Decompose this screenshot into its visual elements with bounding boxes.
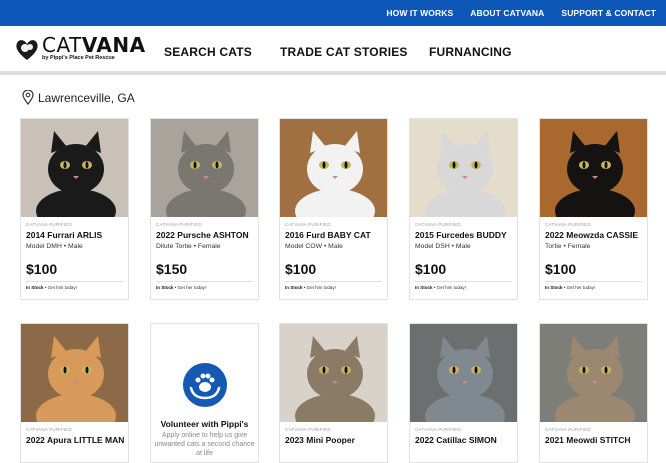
stock-status: In Stock • Get her today! xyxy=(545,285,642,290)
nav-search-cats[interactable]: SEARCH CATS xyxy=(164,45,252,59)
cat-model: Model DMH • Male xyxy=(26,243,83,250)
how-it-works-link[interactable]: HOW IT WORKS xyxy=(386,8,453,18)
top-utility-bar: HOW IT WORKS ABOUT CATVANA SUPPORT & CON… xyxy=(0,0,666,26)
card-body: CATVANA PURIFIED 2022 Pursche ASHTON Dilut… xyxy=(151,217,258,290)
cat-price: $100 xyxy=(285,261,317,277)
cat-model: Model COW • Male xyxy=(285,243,343,250)
purified-badge: CATVANA PURIFIED xyxy=(26,427,72,432)
heart-cat-logo-icon xyxy=(14,36,40,62)
purified-badge: CATVANA PURIFIED xyxy=(415,222,461,227)
cat-photo[interactable] xyxy=(280,119,387,217)
cat-price: $150 xyxy=(156,261,188,277)
stock-status: In Stock • Get him today! xyxy=(285,285,382,290)
about-catvana-link[interactable]: ABOUT CATVANA xyxy=(470,8,544,18)
stock-label: In Stock xyxy=(415,285,433,290)
card-body: CATVANA PURIFIED 2021 Meowdi STITCH xyxy=(540,422,647,445)
card-body: CATVANA PURIFIED 2016 Furd BABY CAT Model … xyxy=(280,217,387,290)
cat-price: $100 xyxy=(26,261,58,277)
divider xyxy=(26,281,123,282)
cat-photo[interactable] xyxy=(540,324,647,422)
brand-logo[interactable]: CATVANA by Pippi's Place Pet Rescue xyxy=(14,33,145,62)
card-body: CATVANA PURIFIED 2022 Apura LITTLE MAN xyxy=(21,422,128,445)
support-contact-link[interactable]: SUPPORT & CONTACT xyxy=(561,8,656,18)
cat-card[interactable]: CATVANA PURIFIED 2022 Apura LITTLE MAN xyxy=(20,323,129,463)
stock-label: In Stock xyxy=(545,285,563,290)
cat-title[interactable]: 2022 Meowzda CASSIE xyxy=(545,230,642,240)
volunteer-paw-hands-icon xyxy=(182,362,228,413)
nav-trade-cat-stories[interactable]: TRADE CAT STORIES xyxy=(280,45,408,59)
stock-label: In Stock xyxy=(26,285,44,290)
cat-model: Tortie • Female xyxy=(545,243,591,250)
purified-badge: CATVANA PURIFIED xyxy=(545,222,591,227)
stock-status: In Stock • Get her today! xyxy=(156,285,253,290)
cat-card[interactable]: CATVANA PURIFIED 2022 Pursche ASHTON Dilut… xyxy=(150,118,259,300)
cat-title[interactable]: 2022 Pursche ASHTON xyxy=(156,230,253,240)
brand-name-bold: VANA xyxy=(81,33,146,58)
cat-title[interactable]: 2015 Furcedes BUDDY xyxy=(415,230,512,240)
cat-card[interactable]: CATVANA PURIFIED 2022 Catillac SIMON xyxy=(409,323,518,463)
cat-card[interactable]: CATVANA PURIFIED 2023 Mini Pooper xyxy=(279,323,388,463)
cat-photo[interactable] xyxy=(21,324,128,422)
card-body: CATVANA PURIFIED 2022 Meowzda CASSIE Torti… xyxy=(540,217,647,290)
cat-model: Dilute Tortie • Female xyxy=(156,243,221,250)
purified-badge: CATVANA PURIFIED xyxy=(26,222,72,227)
brand-name-thin: CAT xyxy=(42,33,82,58)
location-text: Lawrenceville, GA xyxy=(38,90,135,105)
nav-furnancing[interactable]: FURNANCING xyxy=(429,45,512,59)
card-body: CATVANA PURIFIED 2023 Mini Pooper xyxy=(280,422,387,445)
stock-label: In Stock xyxy=(285,285,303,290)
stock-text: • Get him today! xyxy=(303,285,336,290)
purified-badge: CATVANA PURIFIED xyxy=(545,427,591,432)
purified-badge: CATVANA PURIFIED xyxy=(156,222,202,227)
purified-badge: CATVANA PURIFIED xyxy=(285,427,331,432)
cat-photo[interactable] xyxy=(410,324,517,422)
cat-card[interactable]: CATVANA PURIFIED 2022 Meowzda CASSIE Torti… xyxy=(539,118,648,300)
cat-photo[interactable] xyxy=(280,324,387,422)
stock-status: In Stock • Get him today! xyxy=(26,285,123,290)
divider xyxy=(285,281,382,282)
cat-title[interactable]: 2014 Furrari ARLIS xyxy=(26,230,123,240)
stock-text: • Get him today! xyxy=(44,285,77,290)
divider xyxy=(156,281,253,282)
purified-badge: CATVANA PURIFIED xyxy=(285,222,331,227)
stock-status: In Stock • Get him today! xyxy=(415,285,512,290)
volunteer-title[interactable]: Volunteer with Pippi's xyxy=(161,419,249,429)
stock-text: • Get her today! xyxy=(563,285,596,290)
main-nav: CATVANA by Pippi's Place Pet Rescue SEAR… xyxy=(0,26,666,75)
card-body: CATVANA PURIFIED 2015 Furcedes BUDDY Model… xyxy=(410,217,517,290)
cat-card[interactable]: CATVANA PURIFIED 2014 Furrari ARLIS Model … xyxy=(20,118,129,300)
cat-model: Model DSH • Male xyxy=(415,243,471,250)
card-body: CATVANA PURIFIED 2022 Catillac SIMON xyxy=(410,422,517,445)
cat-price: $100 xyxy=(415,261,447,277)
location-filter[interactable]: Lawrenceville, GA xyxy=(22,90,135,105)
cat-photo[interactable] xyxy=(21,119,128,217)
cat-card[interactable]: CATVANA PURIFIED 2021 Meowdi STITCH xyxy=(539,323,648,463)
stock-text: • Get her today! xyxy=(174,285,207,290)
cat-card[interactable]: CATVANA PURIFIED 2015 Furcedes BUDDY Model… xyxy=(409,118,518,300)
divider xyxy=(415,281,512,282)
cat-photo[interactable] xyxy=(540,119,647,217)
divider xyxy=(545,281,642,282)
map-pin-icon xyxy=(22,90,34,105)
stock-text: • Get him today! xyxy=(433,285,466,290)
volunteer-text: Apply online to help us give unwanted ca… xyxy=(154,432,255,457)
cat-price: $100 xyxy=(545,261,577,277)
volunteer-card[interactable]: Volunteer with Pippi's Apply online to he… xyxy=(150,323,259,463)
cat-photo[interactable] xyxy=(151,119,258,217)
card-body: CATVANA PURIFIED 2014 Furrari ARLIS Model … xyxy=(21,217,128,290)
stock-label: In Stock xyxy=(156,285,174,290)
purified-badge: CATVANA PURIFIED xyxy=(415,427,461,432)
cat-card[interactable]: CATVANA PURIFIED 2016 Furd BABY CAT Model … xyxy=(279,118,388,300)
cat-photo[interactable] xyxy=(410,119,517,217)
cat-title[interactable]: 2016 Furd BABY CAT xyxy=(285,230,382,240)
